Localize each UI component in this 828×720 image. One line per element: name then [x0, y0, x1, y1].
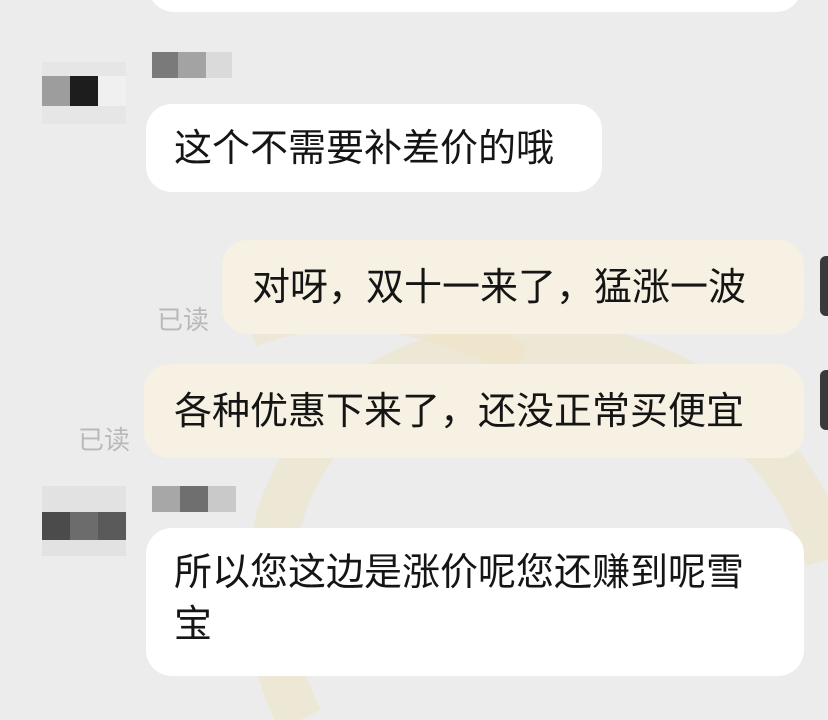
self-avatar-edge: [820, 370, 828, 430]
message-text: 各种优惠下来了，还没正常买便宜: [174, 389, 745, 433]
contact-avatar[interactable]: [42, 486, 126, 556]
message-text-line-1: 所以您这边是涨价呢您还赚到呢雪: [174, 550, 745, 594]
previous-message-bubble[interactable]: [148, 0, 802, 12]
read-receipt: 已读: [157, 306, 210, 336]
read-receipt: 已读: [78, 426, 131, 456]
contact-name-blurred: [152, 486, 236, 512]
message-text: 这个不需要补差价的哦: [174, 126, 555, 170]
message-bubble-incoming[interactable]: 所以您这边是涨价呢您还赚到呢雪 宝: [146, 528, 804, 676]
message-text-line-2: 宝: [174, 602, 213, 646]
contact-avatar[interactable]: [42, 54, 126, 124]
self-avatar-edge: [820, 256, 828, 316]
message-bubble-outgoing[interactable]: 对呀，双十一来了，猛涨一波: [222, 240, 804, 334]
message-bubble-outgoing[interactable]: 各种优惠下来了，还没正常买便宜: [144, 364, 804, 458]
message-bubble-incoming[interactable]: 这个不需要补差价的哦: [146, 104, 602, 192]
chat-view[interactable]: 这个不需要补差价的哦 已读 对呀，双十一来了，猛涨一波 已读 各种优惠下来了，还…: [0, 0, 828, 720]
contact-name-blurred: [152, 52, 236, 78]
message-text: 对呀，双十一来了，猛涨一波: [252, 265, 747, 309]
